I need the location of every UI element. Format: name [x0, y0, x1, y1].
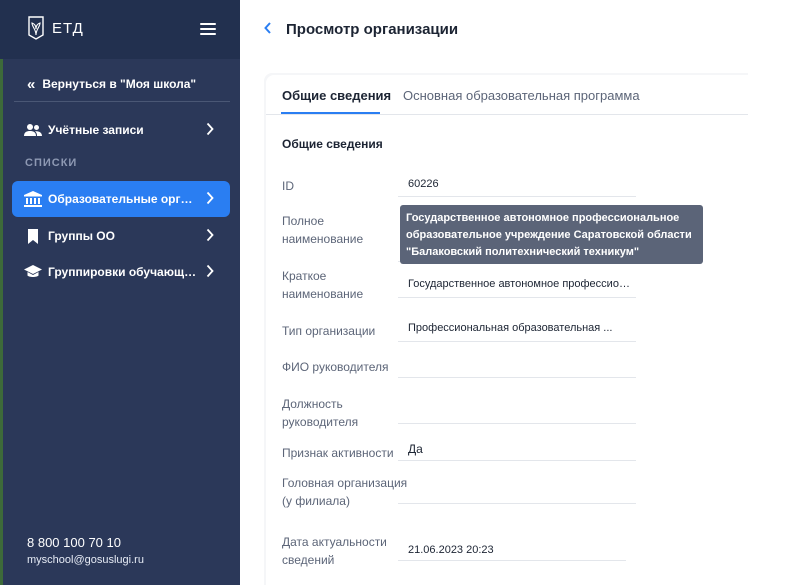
field-label-actual-date: Дата актуальности сведений [282, 533, 387, 569]
label-line: (у филиала) [282, 494, 350, 508]
sidebar-header: ЕТД [0, 0, 240, 59]
field-underline [398, 377, 636, 378]
chevron-right-icon [206, 264, 214, 278]
label-line: наименование [282, 287, 364, 301]
field-underline [398, 503, 636, 504]
back-link-label: Вернуться в "Моя школа" [42, 77, 197, 91]
sidebar-item-label: Группировки обучающихся [48, 265, 198, 279]
users-icon [24, 122, 42, 138]
tooltip-line: Государственное автономное профессиональ… [406, 212, 680, 224]
field-value-active-flag: Да [408, 442, 423, 456]
field-value-actual-date: 21.06.2023 20:23 [408, 544, 494, 556]
field-underline [398, 297, 636, 298]
field-value-id: 60226 [408, 178, 439, 190]
support-phone[interactable]: 8 800 100 70 10 [27, 535, 121, 550]
tooltip-line: "Балаковский политехнический техникум" [406, 246, 640, 258]
window-edge [0, 59, 3, 585]
label-line: руководителя [282, 415, 359, 429]
label-line: Краткое [282, 269, 327, 283]
field-label-id: ID [282, 179, 294, 193]
field-underline [398, 341, 636, 342]
lists-section-label: СПИСКИ [25, 157, 78, 169]
sidebar-item-label: Образовательные организации [48, 192, 198, 206]
tabs-divider [266, 114, 748, 115]
sidebar-item-groups[interactable]: Группы ОО [12, 218, 230, 254]
field-label-short-name: Краткое наименование [282, 267, 363, 303]
section-title: Общие сведения [282, 137, 383, 151]
field-underline [398, 423, 636, 424]
label-line: Головная организация [282, 476, 408, 490]
label-line: Полное [282, 214, 325, 228]
active-tab-indicator [281, 112, 380, 114]
field-label-org-type: Тип организации [282, 324, 376, 338]
label-line: Дата актуальности [282, 535, 387, 549]
label-line: сведений [282, 553, 335, 567]
label-line: наименование [282, 232, 364, 246]
full-name-tooltip: Государственное автономное профессиональ… [400, 205, 703, 264]
tab-general-info[interactable]: Общие сведения [282, 88, 391, 103]
sidebar-item-accounts[interactable]: Учётные записи [12, 112, 230, 148]
chevron-right-icon [206, 191, 214, 205]
tooltip-line: образовательное учреждение Саратовской о… [406, 229, 692, 241]
sidebar-item-organizations[interactable]: Образовательные организации [12, 181, 230, 217]
bookmark-icon [24, 228, 42, 244]
field-label-head-position: Должность руководителя [282, 395, 358, 431]
support-email[interactable]: myschool@gosuslugi.ru [27, 554, 144, 566]
field-label-head-fio: ФИО руководителя [282, 360, 389, 374]
label-line: Должность [282, 397, 343, 411]
chevron-right-icon [206, 228, 214, 242]
sidebar-divider [14, 101, 230, 102]
back-to-school-link[interactable]: « Вернуться в "Моя школа" [27, 74, 196, 94]
sidebar-item-label: Группы ОО [48, 229, 115, 243]
tab-education-program[interactable]: Основная образовательная программа [403, 88, 640, 103]
field-underline [398, 560, 626, 561]
chevron-right-icon [206, 122, 214, 136]
field-underline [398, 460, 636, 461]
field-value-org-type[interactable]: Профессиональная образовательная ... [408, 322, 628, 334]
field-underline [398, 196, 636, 197]
menu-icon[interactable] [200, 23, 216, 35]
field-label-active-flag: Признак активности [282, 446, 394, 460]
field-label-parent-org: Головная организация (у филиала) [282, 474, 407, 510]
field-label-full-name: Полное наименование [282, 212, 363, 248]
sidebar: ЕТД « Вернуться в "Моя школа" Учётные за… [0, 0, 240, 585]
sidebar-item-label: Учётные записи [48, 123, 144, 137]
field-value-short-name[interactable]: Государственное автономное профессиона..… [408, 278, 632, 290]
logo-icon [28, 16, 44, 40]
main-content: Просмотр организации Общие сведения Осно… [240, 0, 801, 585]
graduation-cap-icon [24, 264, 42, 280]
logo-text: ЕТД [52, 20, 84, 37]
back-chevron-icon[interactable] [262, 20, 274, 36]
institution-icon [24, 191, 42, 207]
double-chevron-left-icon: « [27, 75, 36, 93]
page-title: Просмотр организации [286, 21, 459, 38]
sidebar-item-student-groupings[interactable]: Группировки обучающихся [12, 254, 230, 290]
